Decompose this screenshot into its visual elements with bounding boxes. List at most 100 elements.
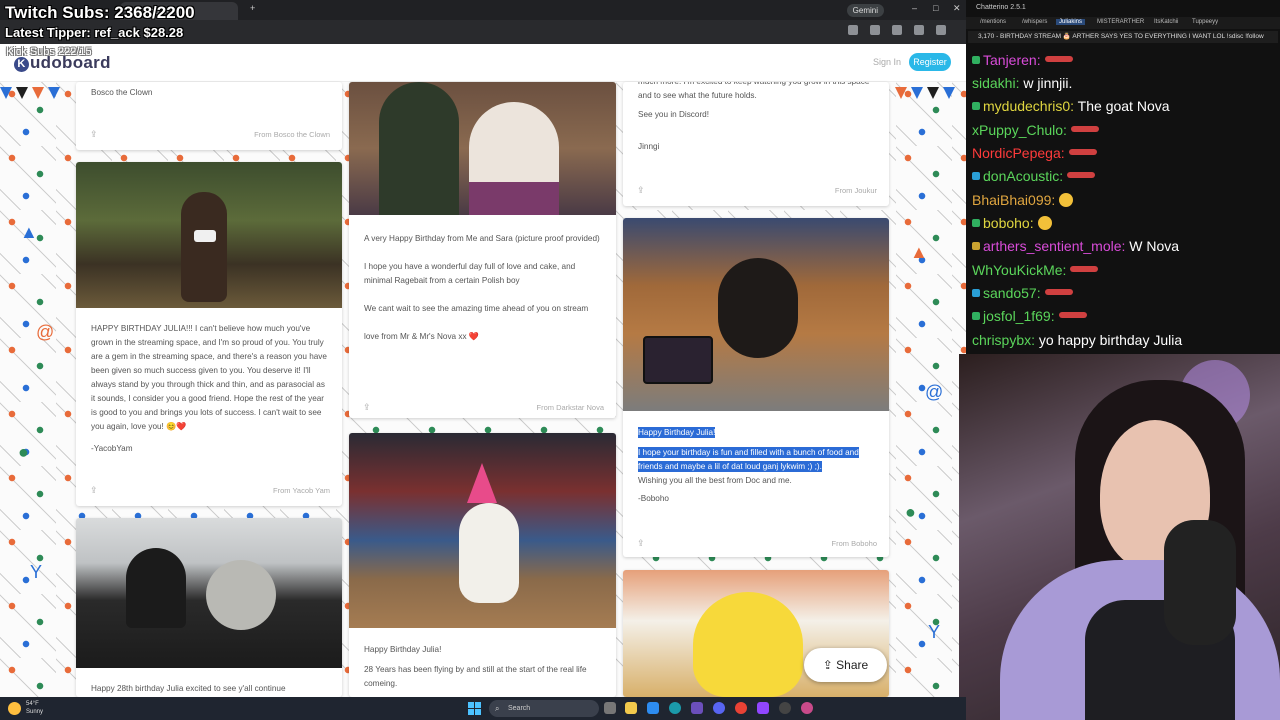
extension-icon[interactable] [870,25,880,35]
chat-message: sidakhi: w jinnjii. [972,73,1072,93]
post-card[interactable]: Happy 28th birthday Julia excited to see… [76,518,342,697]
kick-subs-counter: Kick Subs 222/15 [6,46,92,58]
chat-username[interactable]: donAcoustic: [983,168,1063,184]
person-figure [379,82,459,215]
chat-badge-icon [972,289,980,297]
chat-username[interactable]: BhaiBhai099: [972,192,1055,208]
chat-tab-itskatchii[interactable]: ItsKatchii [1154,19,1178,25]
weather-widget[interactable]: 54°F Sunny [26,700,43,716]
minimize-icon[interactable]: – [912,3,917,13]
chat-emote-icon [1070,126,1099,132]
register-button[interactable]: Register [909,53,951,71]
post-card[interactable]: Bosco the Clown ⇪ From Bosco the Clown [76,82,342,150]
chat-message: NordicPepega: [972,143,1097,163]
chat-username[interactable]: sando57: [983,285,1041,301]
post-signature: -YacobYam [91,444,133,453]
post-photo [349,82,616,215]
file-explorer-icon[interactable] [625,702,637,714]
edge-icon[interactable] [669,702,681,714]
post-photo [349,433,616,628]
chat-username[interactable]: arthers_sentient_mole: [983,238,1125,254]
profile-icon[interactable] [914,25,924,35]
person-figure [126,548,186,628]
chat-badge-icon [972,242,980,250]
windows-start-icon[interactable] [468,702,481,715]
chat-username[interactable]: NordicPepega: [972,145,1065,161]
chat-username[interactable]: WhYouKickMe: [972,262,1066,278]
taskbar-search[interactable]: ⌕ Search [489,700,599,717]
obs-icon[interactable] [779,702,791,714]
post-text: Happy 28th birthday Julia excited to see… [91,684,286,693]
new-tab-icon[interactable]: + [250,3,255,13]
confetti-icon: @ [925,382,944,402]
post-signature: -Boboho [638,494,669,503]
post-paragraph: Happy Birthday Julia! [364,645,442,654]
chat-tab-whispers[interactable]: /whispers [1022,19,1047,25]
post-card[interactable]: HAPPY BIRTHDAY JULIA!!! I can't believe … [76,162,342,506]
task-view-icon[interactable] [604,702,616,714]
chat-username[interactable]: boboho: [983,215,1034,231]
search-icon: ⌕ [495,704,500,713]
bigfoot-figure [181,192,227,302]
share-icon[interactable]: ⇪ [637,185,645,196]
share-icon[interactable]: ⇪ [90,485,98,496]
chat-text: W Nova [1125,238,1180,254]
post-paragraph: Happy Birthday Julia! [638,427,716,438]
chat-message: josfol_1f69: [972,306,1087,326]
post-paragraph: HAPPY BIRTHDAY JULIA!!! I can't believe … [91,324,327,431]
chat-tab-juliakins[interactable]: Juliakins [1056,19,1086,25]
chat-badge-icon [972,102,980,110]
chat-tab-tuppeeyy[interactable]: Tuppeeyy [1192,19,1218,25]
post-paragraph: Wishing you all the best from Doc and me… [638,476,792,485]
maximize-icon[interactable]: □ [933,3,938,13]
share-button-label: Share [836,658,869,672]
gemini-button[interactable]: Gemini [846,4,884,17]
chat-tab-misterarther[interactable]: MISTERARTHER [1097,19,1144,25]
post-card[interactable]: Happy Birthday Julia! 28 Years has been … [349,433,616,697]
store-icon[interactable] [647,702,659,714]
clothing [469,182,559,215]
chat-message: Tanjeren: [972,50,1073,70]
chat-emote-icon [1037,216,1052,230]
person-figure [206,560,276,630]
post-paragraph: I hope you have a wonderful day full of … [364,262,576,285]
share-icon[interactable]: ⇪ [363,402,371,413]
chat-message: BhaiBhai099: [972,190,1074,210]
chat-username[interactable]: xPuppy_Chulo: [972,122,1067,138]
confetti-icon: @ [36,322,55,342]
post-card[interactable]: A very Happy Birthday from Me and Sara (… [349,82,616,418]
profile-icon[interactable] [936,25,946,35]
chat-tab-mentions[interactable]: /mentions [980,19,1006,25]
chat-emote-icon [1044,56,1073,62]
chat-app-title: Chatterino 2.5.1 [976,4,1026,11]
microphone [1164,520,1236,645]
chrome-icon[interactable] [735,702,747,714]
discord-icon[interactable] [713,702,725,714]
share-button[interactable]: ⇪ Share [804,648,887,682]
post-paragraph: We cant wait to see the amazing time ahe… [364,304,589,313]
chat-username[interactable]: josfol_1f69: [983,308,1055,324]
downloads-icon[interactable] [892,25,902,35]
post-card[interactable]: Happy Birthday Julia! I hope your birthd… [623,218,889,557]
chat-channel-topic: 3,170 - BIRTHDAY STREAM 🎂 ARTHER SAYS YE… [968,31,1278,43]
chat-username[interactable]: Tanjeren: [983,52,1041,68]
chat-username[interactable]: chrispybx: [972,332,1035,348]
extension-icon[interactable] [848,25,858,35]
app-icon[interactable] [691,702,703,714]
post-photo [76,518,342,668]
twitch-icon[interactable] [757,702,769,714]
app-icon[interactable] [801,702,813,714]
share-icon[interactable]: ⇪ [90,129,98,140]
weather-condition: Sunny [26,709,44,715]
close-window-icon[interactable]: ✕ [953,3,961,14]
sign-in-link[interactable]: Sign In [873,57,901,67]
twitch-subs-counter: Twitch Subs: 2368/2200 [5,3,195,22]
goose-figure [459,503,519,603]
chat-username[interactable]: sidakhi: [972,75,1019,91]
share-icon[interactable]: ⇪ [637,538,645,549]
chat-emote-icon [1067,172,1096,178]
tablet-sign [643,336,713,384]
post-paragraph: love from Mr & Mr's Nova xx ❤️ [364,332,480,341]
post-card[interactable]: much more. I'm excited to keep watching … [623,82,889,206]
chat-username[interactable]: mydudechris0: [983,98,1074,114]
